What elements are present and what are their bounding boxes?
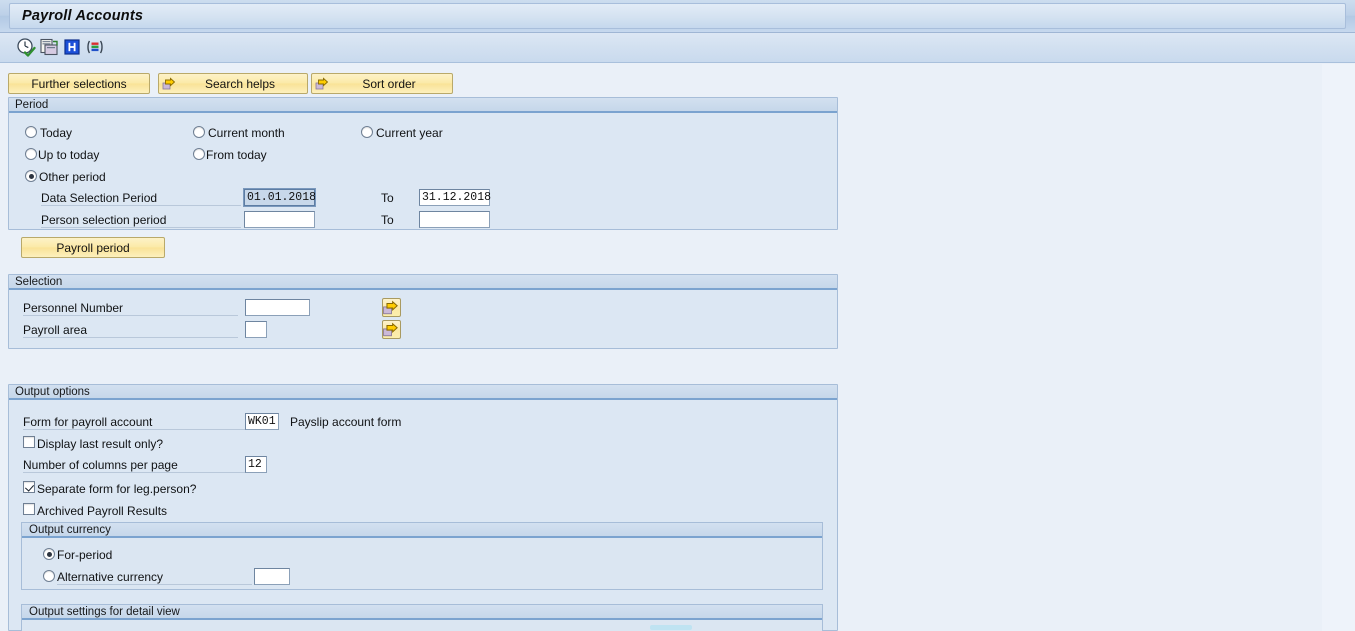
right-gutter bbox=[1322, 64, 1355, 631]
output-currency-header: Output currency bbox=[22, 523, 822, 538]
output-currency-subpanel: Output currency For-period Alternative c… bbox=[21, 522, 823, 590]
person-selection-period-to-label: To bbox=[381, 213, 394, 227]
payroll-period-button[interactable]: Payroll period bbox=[21, 237, 165, 258]
payroll-area-label: Payroll area bbox=[23, 323, 238, 338]
arrow-right-icon bbox=[315, 76, 330, 91]
further-selections-button[interactable]: Further selections bbox=[8, 73, 150, 94]
radio-for-period-label[interactable]: For-period bbox=[57, 548, 112, 562]
radio-current-month-label[interactable]: Current month bbox=[208, 126, 285, 140]
radio-current-month[interactable] bbox=[193, 126, 205, 138]
execute-clock-icon[interactable] bbox=[16, 37, 36, 57]
radio-today-label[interactable]: Today bbox=[40, 126, 72, 140]
radio-from-today[interactable] bbox=[193, 148, 205, 160]
radio-alternative-currency-label[interactable]: Alternative currency bbox=[57, 570, 252, 585]
selection-screen-content: Further selections Search helps Sort ord… bbox=[0, 64, 1322, 631]
payroll-period-label: Payroll period bbox=[56, 240, 130, 255]
detail-view-header: Output settings for detail view bbox=[22, 605, 822, 620]
separate-form-checkbox[interactable] bbox=[23, 481, 35, 493]
multiple-selection-icon[interactable] bbox=[85, 37, 105, 57]
payroll-area-multiple-selection-button[interactable] bbox=[382, 320, 401, 339]
icon-toolbar-inner bbox=[9, 33, 1346, 62]
number-of-columns-label: Number of columns per page bbox=[23, 458, 245, 473]
separate-form-label[interactable]: Separate form for leg.person? bbox=[37, 482, 196, 496]
archived-payroll-results-checkbox[interactable] bbox=[23, 503, 35, 515]
person-selection-period-label: Person selection period bbox=[41, 213, 241, 228]
radio-alternative-currency[interactable] bbox=[43, 570, 55, 582]
form-for-payroll-account-label: Form for payroll account bbox=[23, 415, 245, 430]
radio-from-today-label[interactable]: From today bbox=[206, 148, 267, 162]
detail-view-subpanel: Output settings for detail view bbox=[21, 604, 823, 631]
data-selection-period-label: Data Selection Period bbox=[41, 191, 241, 206]
icon-toolbar: © www.tutorialkart.com bbox=[0, 33, 1355, 95]
output-options-panel: Output options Form for payroll account … bbox=[8, 384, 838, 631]
selection-panel: Selection Personnel Number Payroll area bbox=[8, 274, 838, 349]
radio-today[interactable] bbox=[25, 126, 37, 138]
output-options-panel-header: Output options bbox=[9, 385, 837, 400]
search-helps-button[interactable]: Search helps bbox=[158, 73, 308, 94]
number-of-columns-input[interactable]: 12 bbox=[245, 456, 267, 473]
page-title: Payroll Accounts bbox=[22, 8, 144, 24]
personnel-number-label: Personnel Number bbox=[23, 301, 238, 316]
sort-order-label: Sort order bbox=[362, 76, 416, 91]
alternative-currency-input[interactable] bbox=[254, 568, 290, 585]
person-selection-period-from-field[interactable] bbox=[244, 211, 315, 228]
form-description-text: Payslip account form bbox=[290, 415, 402, 429]
payroll-area-input[interactable] bbox=[245, 321, 267, 338]
radio-current-year[interactable] bbox=[361, 126, 373, 138]
arrow-right-icon bbox=[162, 76, 177, 91]
display-last-result-checkbox[interactable] bbox=[23, 436, 35, 448]
data-selection-period-to-label: To bbox=[381, 191, 394, 205]
horizontal-scrollbar-thumb[interactable] bbox=[650, 625, 692, 630]
save-variant-icon[interactable] bbox=[39, 37, 59, 57]
window-title-bar: Payroll Accounts bbox=[0, 0, 1355, 33]
person-selection-period-to-field[interactable] bbox=[419, 211, 490, 228]
radio-up-to-today[interactable] bbox=[25, 148, 37, 160]
title-bar-inner: Payroll Accounts bbox=[9, 3, 1346, 29]
radio-for-period[interactable] bbox=[43, 548, 55, 560]
data-selection-period-to-field[interactable]: 31.12.2018 bbox=[419, 189, 491, 206]
search-helps-label: Search helps bbox=[204, 76, 276, 91]
period-panel: Period Today Current month Current year … bbox=[8, 97, 838, 258]
further-selections-label: Further selections bbox=[31, 76, 127, 91]
radio-up-to-today-label[interactable]: Up to today bbox=[38, 148, 99, 162]
radio-current-year-label[interactable]: Current year bbox=[376, 126, 443, 140]
sort-order-button[interactable]: Sort order bbox=[311, 73, 453, 94]
period-panel-header: Period bbox=[9, 98, 837, 113]
archived-payroll-results-label[interactable]: Archived Payroll Results bbox=[37, 504, 167, 518]
info-icon[interactable] bbox=[62, 37, 82, 57]
selection-panel-header: Selection bbox=[9, 275, 837, 290]
radio-other-period[interactable] bbox=[25, 170, 37, 182]
form-for-payroll-account-input[interactable]: WK01 bbox=[245, 413, 279, 430]
personnel-number-multiple-selection-button[interactable] bbox=[382, 298, 401, 317]
personnel-number-input[interactable] bbox=[245, 299, 310, 316]
display-last-result-label[interactable]: Display last result only? bbox=[37, 437, 163, 451]
data-selection-period-from-field[interactable]: 01.01.2018 bbox=[243, 188, 316, 207]
radio-other-period-label[interactable]: Other period bbox=[39, 170, 106, 184]
